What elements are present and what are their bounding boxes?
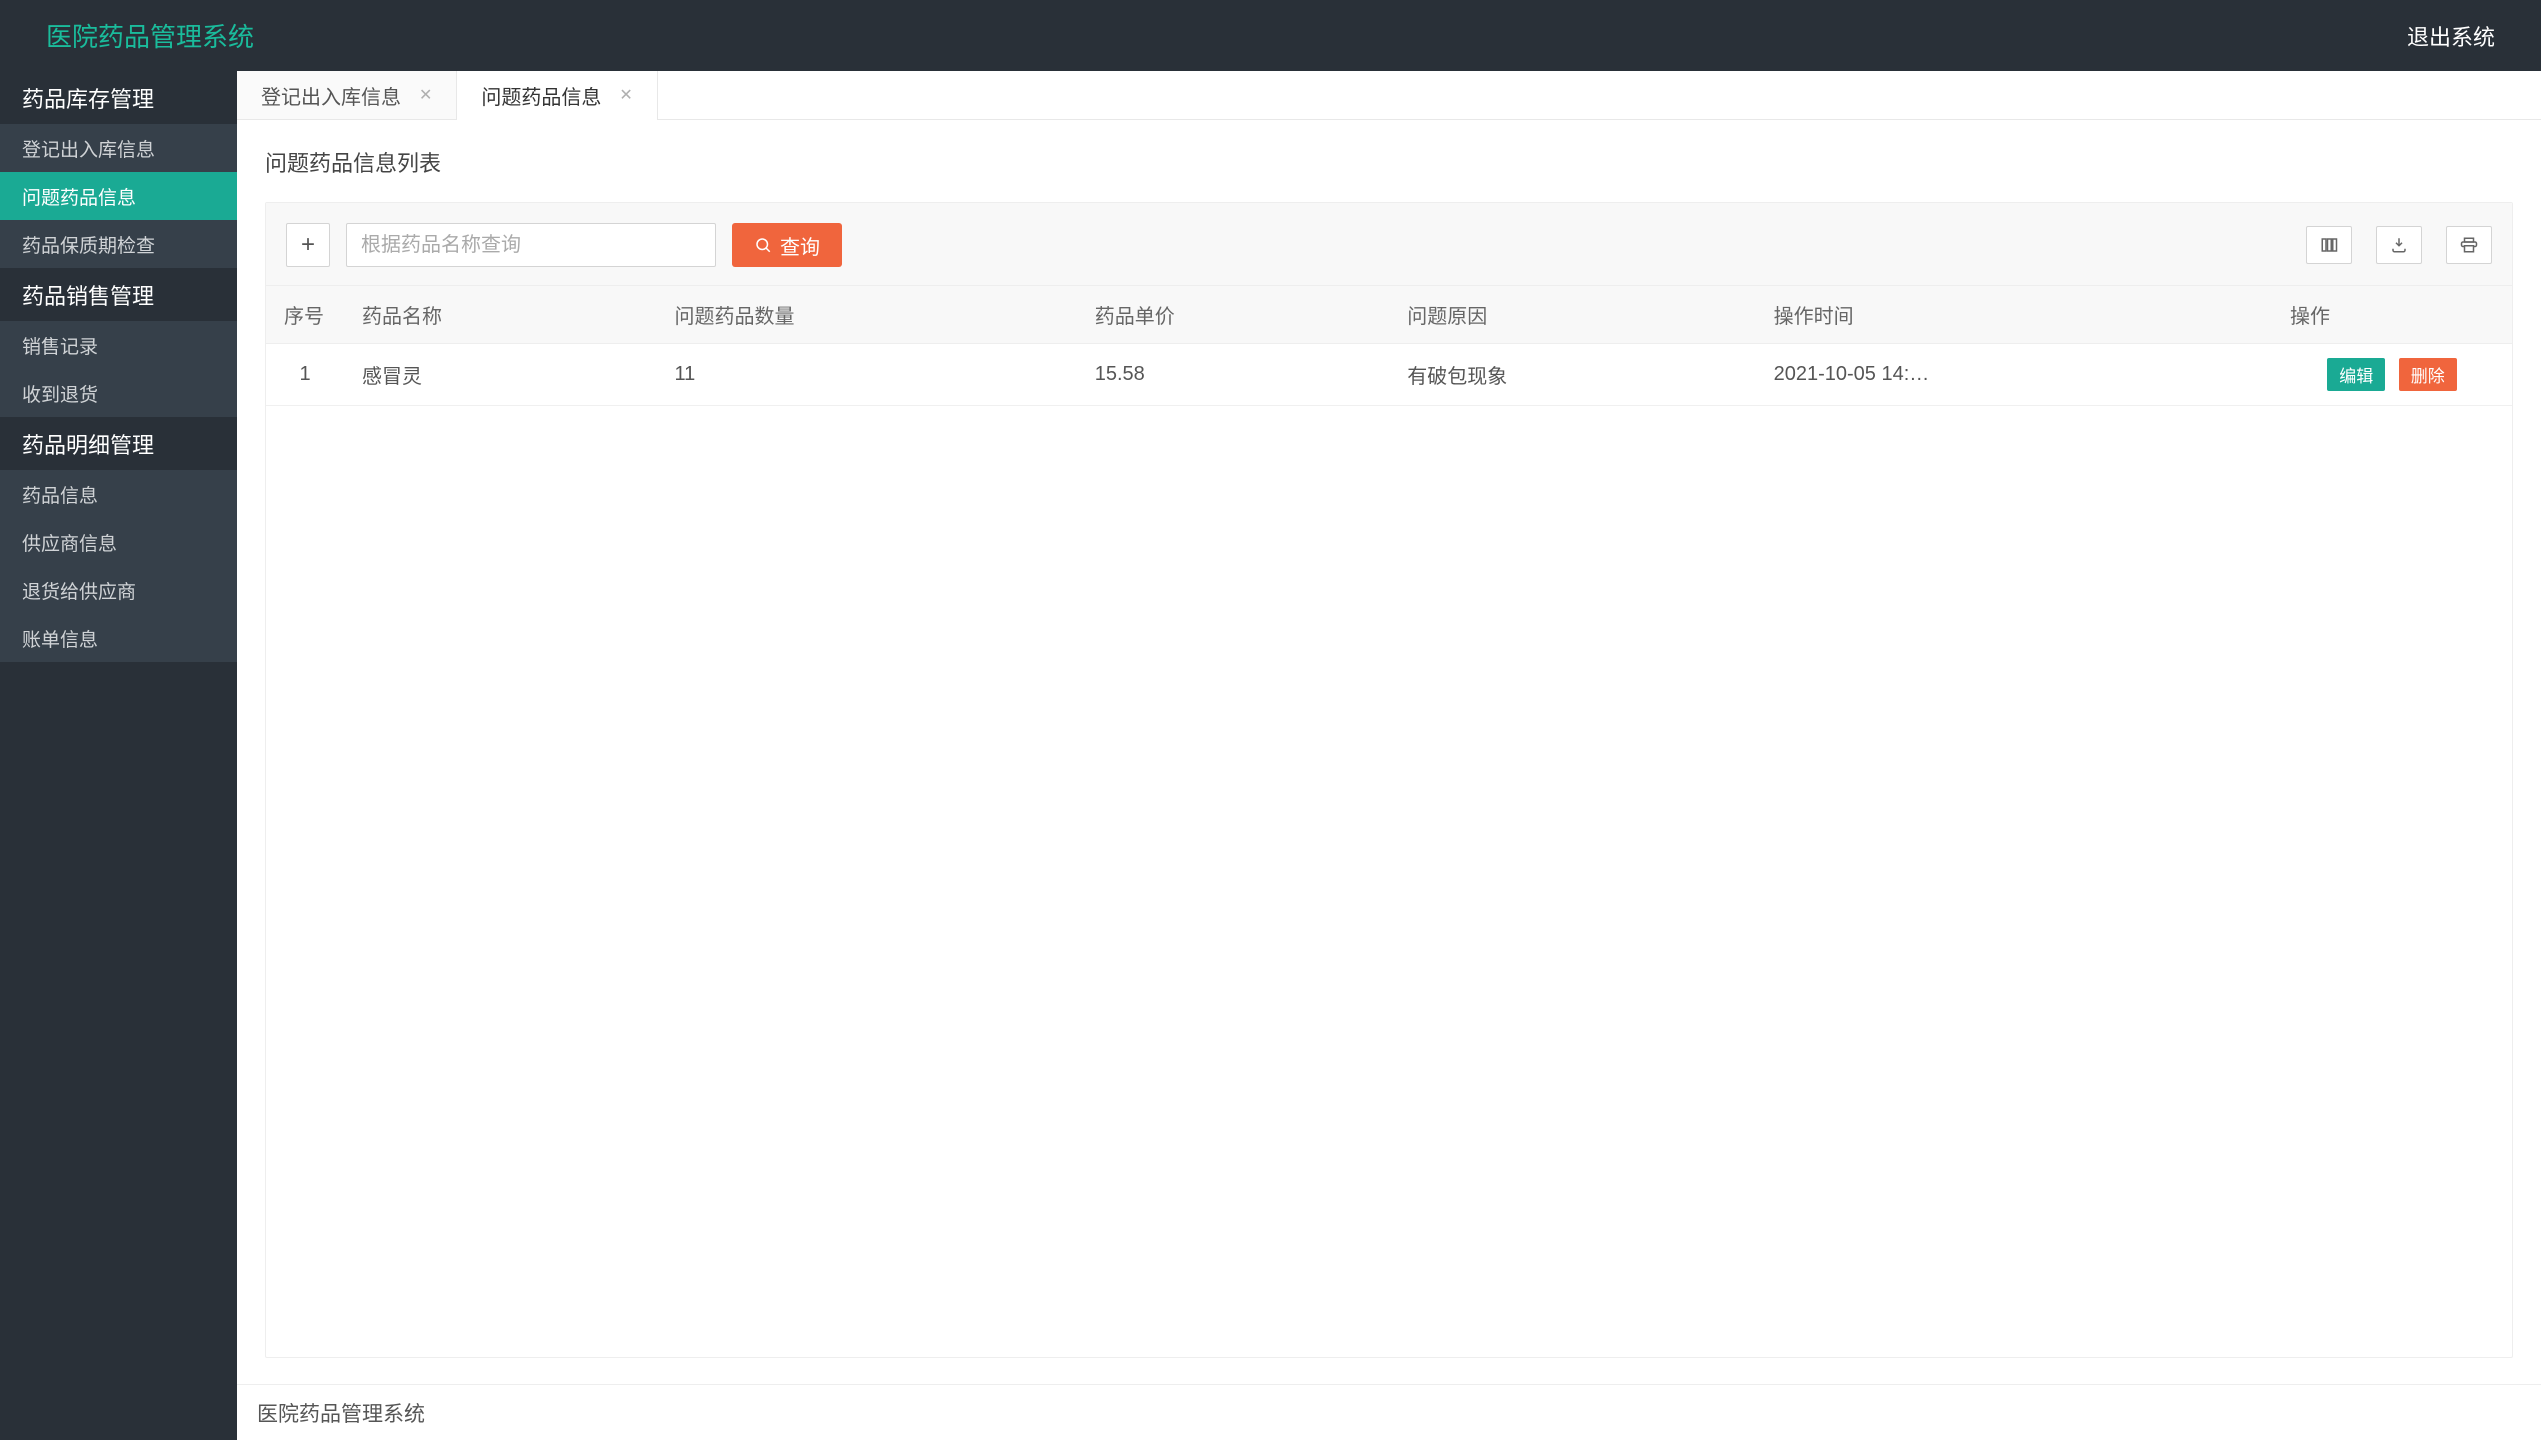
data-table: 序号 药品名称 问题药品数量 药品单价 问题原因 操作时间 操作 [266, 285, 2512, 406]
cell-name: 感冒灵 [344, 344, 657, 406]
print-icon [2460, 236, 2478, 254]
columns-button[interactable] [2306, 226, 2352, 264]
tab-label: 登记出入库信息 [261, 81, 401, 110]
sidebar: 药品库存管理 登记出入库信息 问题药品信息 药品保质期检查 药品销售管理 销售记… [0, 71, 237, 1440]
search-button[interactable]: 查询 [732, 223, 842, 267]
app-header: 医院药品管理系统 退出系统 [0, 0, 2541, 71]
col-header-time: 操作时间 [1756, 286, 2272, 344]
table-row: 1 感冒灵 11 15.58 有破包现象 2021-10-05 14:… 编辑 … [266, 344, 2512, 406]
page-title: 问题药品信息列表 [265, 146, 2513, 178]
plus-icon: + [301, 231, 315, 259]
tab-problem-drugs[interactable]: 问题药品信息 ✕ [457, 71, 657, 119]
search-button-label: 查询 [780, 231, 820, 260]
sidebar-item-register-stock[interactable]: 登记出入库信息 [0, 124, 237, 172]
col-header-qty: 问题药品数量 [657, 286, 1077, 344]
app-title: 医院药品管理系统 [46, 17, 254, 54]
close-icon[interactable]: ✕ [419, 85, 432, 105]
tab-register-stock[interactable]: 登记出入库信息 ✕ [237, 71, 457, 119]
edit-button[interactable]: 编辑 [2327, 358, 2385, 391]
data-card: + 查询 [265, 202, 2513, 1358]
cell-seq: 1 [266, 344, 344, 406]
sidebar-group-sales[interactable]: 药品销售管理 [0, 268, 237, 321]
footer-text: 医院药品管理系统 [257, 1398, 425, 1428]
columns-icon [2320, 236, 2338, 254]
main-panel: 登记出入库信息 ✕ 问题药品信息 ✕ 问题药品信息列表 + [237, 71, 2541, 1440]
sidebar-group-details[interactable]: 药品明细管理 [0, 417, 237, 470]
table-toolbar: + 查询 [266, 203, 2512, 285]
col-header-price: 药品单价 [1077, 286, 1390, 344]
sidebar-item-sales-records[interactable]: 销售记录 [0, 321, 237, 369]
export-icon [2390, 236, 2408, 254]
col-header-reason: 问题原因 [1389, 286, 1755, 344]
sidebar-group-inventory[interactable]: 药品库存管理 [0, 71, 237, 124]
print-button[interactable] [2446, 226, 2492, 264]
col-header-actions: 操作 [2272, 286, 2512, 344]
col-header-name: 药品名称 [344, 286, 657, 344]
cell-qty: 11 [657, 344, 1077, 406]
add-button[interactable]: + [286, 223, 330, 267]
sidebar-item-supplier-info[interactable]: 供应商信息 [0, 518, 237, 566]
logout-link[interactable]: 退出系统 [2407, 20, 2495, 52]
cell-time: 2021-10-05 14:… [1756, 344, 2272, 406]
col-header-seq: 序号 [266, 286, 344, 344]
sidebar-item-shelf-life-check[interactable]: 药品保质期检查 [0, 220, 237, 268]
table-header-row: 序号 药品名称 问题药品数量 药品单价 问题原因 操作时间 操作 [266, 286, 2512, 344]
sidebar-item-return-to-supplier[interactable]: 退货给供应商 [0, 566, 237, 614]
cell-price: 15.58 [1077, 344, 1390, 406]
tabs-bar: 登记出入库信息 ✕ 问题药品信息 ✕ [237, 71, 2541, 120]
cell-reason: 有破包现象 [1389, 344, 1755, 406]
tab-label: 问题药品信息 [481, 81, 601, 110]
sidebar-item-bill-info[interactable]: 账单信息 [0, 614, 237, 662]
page-footer: 医院药品管理系统 [237, 1384, 2541, 1440]
content-area: 问题药品信息列表 + 查询 [237, 120, 2541, 1384]
delete-button[interactable]: 删除 [2399, 358, 2457, 391]
close-icon[interactable]: ✕ [619, 85, 632, 105]
export-button[interactable] [2376, 226, 2422, 264]
cell-actions: 编辑 删除 [2272, 344, 2512, 406]
sidebar-item-returns-received[interactable]: 收到退货 [0, 369, 237, 417]
sidebar-item-problem-drugs[interactable]: 问题药品信息 [0, 172, 237, 220]
sidebar-item-drug-info[interactable]: 药品信息 [0, 470, 237, 518]
search-input[interactable] [346, 223, 716, 267]
search-icon [754, 236, 772, 254]
